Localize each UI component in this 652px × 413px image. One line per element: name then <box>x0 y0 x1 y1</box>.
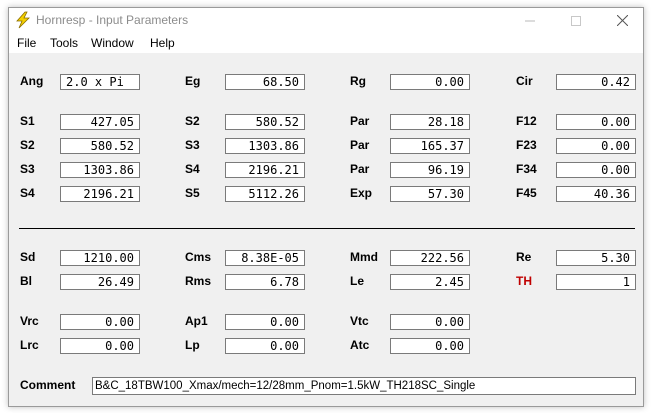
s4-field[interactable]: 2196.21 <box>225 162 305 178</box>
f12-field[interactable]: 0.00 <box>556 114 636 130</box>
vrc-field[interactable]: 0.00 <box>60 314 140 330</box>
f12-label: F12 <box>516 114 537 128</box>
comment-label: Comment <box>20 378 76 392</box>
vtc-field[interactable]: 0.00 <box>390 314 470 330</box>
f34-field[interactable]: 0.00 <box>556 162 636 178</box>
lp-label: Lp <box>185 338 200 352</box>
menu-bar: File Tools Window Help <box>9 33 643 53</box>
s1-field[interactable]: 427.05 <box>60 114 140 130</box>
cir-field[interactable]: 0.42 <box>556 74 636 90</box>
s3-label: S3 <box>185 138 200 152</box>
par-label: Par <box>350 138 370 152</box>
s3-field[interactable]: 1303.86 <box>60 162 140 178</box>
cir-label: Cir <box>516 74 533 88</box>
lightning-bolt-icon <box>16 11 30 29</box>
sd-field[interactable]: 1210.00 <box>60 250 140 266</box>
maximize-button[interactable] <box>553 8 599 33</box>
ap1-label: Ap1 <box>185 314 208 328</box>
eg-label: Eg <box>185 74 201 88</box>
window-title: Hornresp - Input Parameters <box>36 13 189 27</box>
th-field[interactable]: 1 <box>556 274 636 290</box>
mmd-label: Mmd <box>350 250 378 264</box>
section-divider <box>19 228 635 229</box>
lp-field[interactable]: 0.00 <box>225 338 305 354</box>
exp-field[interactable]: 57.30 <box>390 186 470 202</box>
par-field[interactable]: 28.18 <box>390 114 470 130</box>
s4-label: S4 <box>185 162 200 176</box>
bl-label: Bl <box>20 274 32 288</box>
f23-field[interactable]: 0.00 <box>556 138 636 154</box>
title-bar[interactable]: Hornresp - Input Parameters <box>9 8 643 33</box>
lrc-field[interactable]: 0.00 <box>60 338 140 354</box>
ang-label: Ang <box>20 74 44 88</box>
rg-label: Rg <box>350 74 366 88</box>
menu-file[interactable]: File <box>17 36 36 50</box>
menu-help[interactable]: Help <box>150 36 175 50</box>
f45-label: F45 <box>516 186 537 200</box>
comment-field[interactable]: B&C_18TBW100_Xmax/mech=12/28mm_Pnom=1.5k… <box>92 377 636 395</box>
f45-field[interactable]: 40.36 <box>556 186 636 202</box>
s5-field[interactable]: 5112.26 <box>225 186 305 202</box>
rms-field[interactable]: 6.78 <box>225 274 305 290</box>
eg-field[interactable]: 68.50 <box>225 74 305 90</box>
ang-field[interactable]: 2.0 x Pi <box>60 74 140 90</box>
sd-label: Sd <box>20 250 36 264</box>
rg-field[interactable]: 0.00 <box>390 74 470 90</box>
s3-field[interactable]: 1303.86 <box>225 138 305 154</box>
s3-label: S3 <box>20 162 35 176</box>
atc-label: Atc <box>350 338 370 352</box>
vtc-label: Vtc <box>350 314 369 328</box>
minimize-icon <box>525 20 535 21</box>
re-field[interactable]: 5.30 <box>556 250 636 266</box>
f23-label: F23 <box>516 138 537 152</box>
close-button[interactable] <box>599 8 643 33</box>
hornresp-window: Hornresp - Input Parameters File Tools W… <box>8 7 644 407</box>
cms-field[interactable]: 8.38E-05 <box>225 250 305 266</box>
bl-field[interactable]: 26.49 <box>60 274 140 290</box>
par-field[interactable]: 165.37 <box>390 138 470 154</box>
cms-label: Cms <box>185 250 212 264</box>
s5-label: S5 <box>185 186 200 200</box>
s2-field[interactable]: 580.52 <box>60 138 140 154</box>
lrc-label: Lrc <box>20 338 39 352</box>
le-label: Le <box>350 274 365 288</box>
exp-label: Exp <box>350 186 373 200</box>
vrc-label: Vrc <box>20 314 39 328</box>
s4-label: S4 <box>20 186 35 200</box>
atc-field[interactable]: 0.00 <box>390 338 470 354</box>
s2-label: S2 <box>20 138 35 152</box>
input-parameters-panel: Ang 2.0 x Pi Eg 68.50 Rg 0.00 Cir 0.42 S… <box>9 53 643 406</box>
menu-tools[interactable]: Tools <box>50 36 78 50</box>
f34-label: F34 <box>516 162 537 176</box>
s2-field[interactable]: 580.52 <box>225 114 305 130</box>
th-label: TH <box>516 274 532 288</box>
par-label: Par <box>350 114 370 128</box>
s2-label: S2 <box>185 114 200 128</box>
le-field[interactable]: 2.45 <box>390 274 470 290</box>
rms-label: Rms <box>185 274 212 288</box>
maximize-icon <box>571 15 581 26</box>
ap1-field[interactable]: 0.00 <box>225 314 305 330</box>
close-icon <box>616 15 628 26</box>
re-label: Re <box>516 250 532 264</box>
minimize-button[interactable] <box>507 8 553 33</box>
s4-field[interactable]: 2196.21 <box>60 186 140 202</box>
menu-window[interactable]: Window <box>91 36 134 50</box>
par-field[interactable]: 96.19 <box>390 162 470 178</box>
s1-label: S1 <box>20 114 35 128</box>
mmd-field[interactable]: 222.56 <box>390 250 470 266</box>
par-label: Par <box>350 162 370 176</box>
